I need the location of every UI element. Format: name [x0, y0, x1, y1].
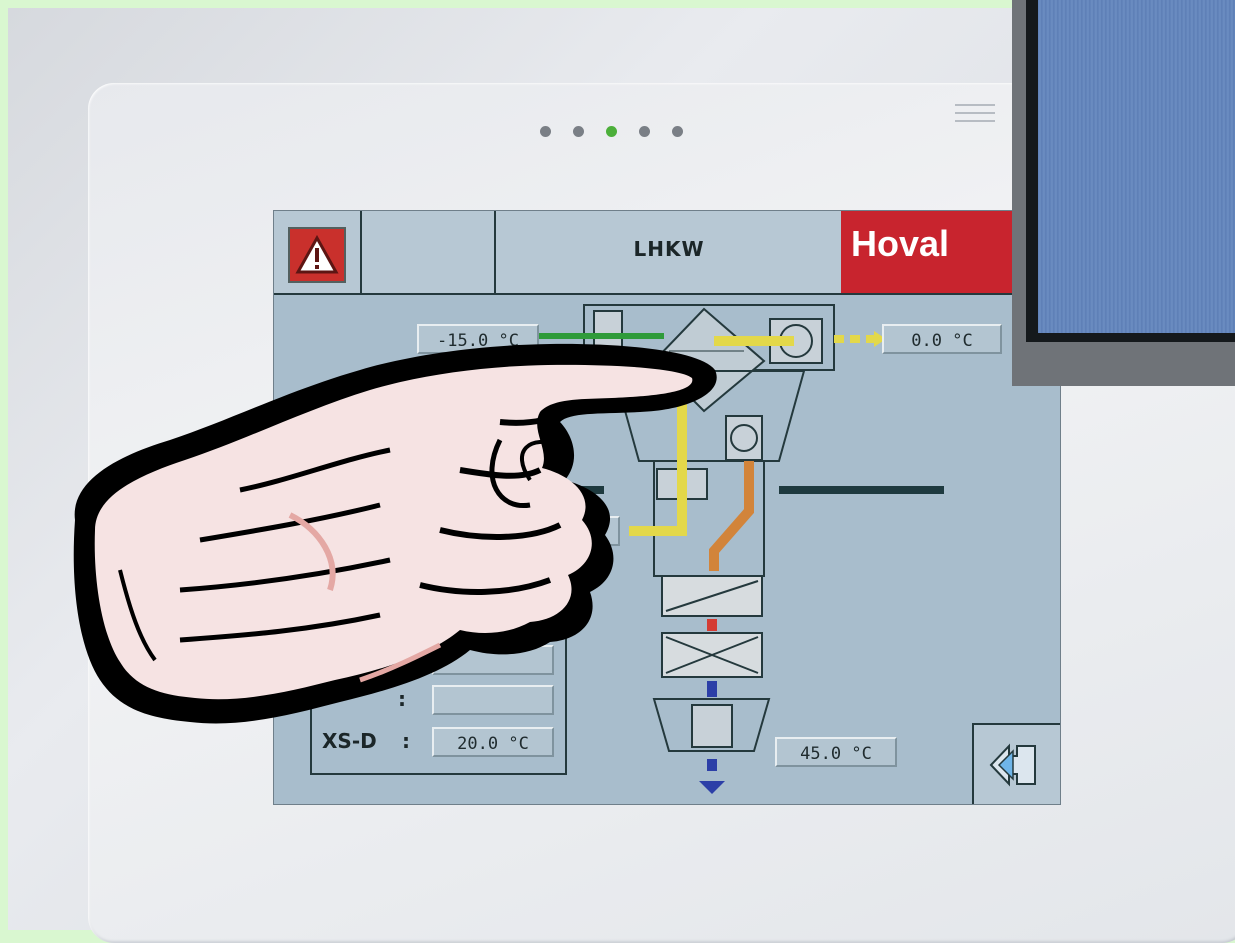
back-button[interactable]	[972, 723, 1060, 804]
page-dot-5[interactable]	[672, 126, 683, 137]
water-temperature-field[interactable]: 45.0 °C	[775, 737, 897, 767]
overlay-screen-pattern	[1038, 0, 1235, 333]
menu-icon[interactable]	[955, 98, 995, 132]
double-arrow-left-icon	[989, 743, 1036, 787]
page-indicator	[540, 126, 683, 137]
overlay-device-screen	[1026, 0, 1235, 342]
pointing-hand-icon	[73, 343, 717, 724]
page-dot-4[interactable]	[639, 126, 650, 137]
page-dot-2[interactable]	[573, 126, 584, 137]
page-dot-1[interactable]	[540, 126, 551, 137]
overlay-device-photo	[1012, 0, 1235, 386]
page-dot-3-active[interactable]	[606, 126, 617, 137]
supply-temperature-field[interactable]: 0.0 °C	[882, 324, 1002, 354]
